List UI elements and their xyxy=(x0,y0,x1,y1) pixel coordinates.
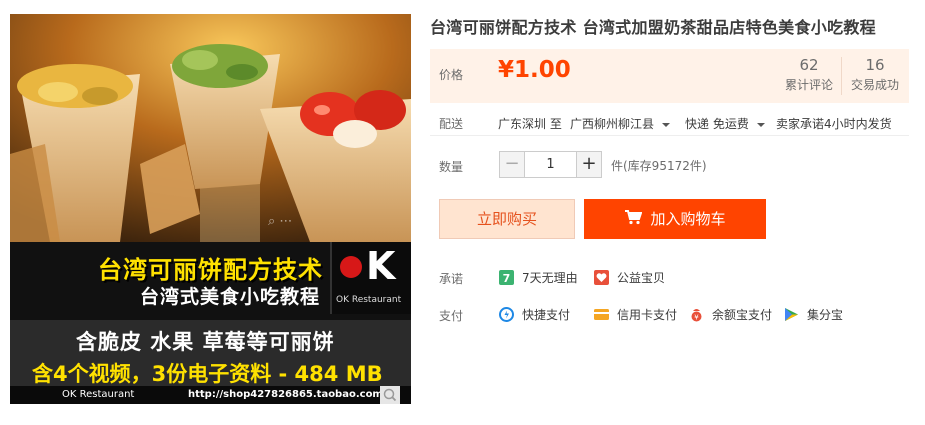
quantity-input[interactable] xyxy=(525,151,576,178)
reviews-label: 累计评论 xyxy=(784,78,833,92)
commitment-item-label: 公益宝贝 xyxy=(617,271,666,285)
delivery-row: 配送 广东深圳 至 广西柳州柳江县 快递 免运费 卖家承诺4小时内发货 xyxy=(430,112,909,136)
payment-label: 支付 xyxy=(439,309,464,323)
reviews-count: 62 xyxy=(799,56,819,74)
payment-jifenbao[interactable]: 集分宝 xyxy=(784,306,843,323)
sales-count: 16 xyxy=(865,56,885,74)
quantity-increase-button[interactable]: + xyxy=(576,151,602,178)
image-footer: OK Restaurant http://shop427826865.taoba… xyxy=(10,386,411,404)
commitment-item-label: 7天无理由 xyxy=(522,271,578,285)
ok-restaurant-logo: K OK Restaurant xyxy=(330,242,411,314)
jifenbao-icon xyxy=(784,307,799,322)
commitment-charity[interactable]: 公益宝贝 xyxy=(594,269,665,286)
image-banner: 台湾可丽饼配方技术 台湾式美食小吃教程 K OK Restaurant xyxy=(10,242,411,314)
payment-item-label: 快捷支付 xyxy=(522,308,571,322)
product-title: 台湾可丽饼配方技术 台湾式加盟奶茶甜品店特色美食小吃教程 xyxy=(430,18,876,37)
add-to-cart-label: 加入购物车 xyxy=(650,210,726,228)
banner-title: 台湾可丽饼配方技术 xyxy=(98,256,323,284)
sales-stat: 16 交易成功 xyxy=(847,56,903,93)
quantity-decrease-button[interactable]: − xyxy=(499,151,525,178)
banner-subtitle: 台湾式美食小吃教程 xyxy=(140,286,321,308)
credit-card-icon xyxy=(594,307,609,322)
shipping-promise: 卖家承诺4小时内发货 xyxy=(776,117,892,131)
payment-item-label: 集分宝 xyxy=(807,308,844,322)
price-panel: 价格 ¥1.00 62 累计评论 16 交易成功 xyxy=(430,49,909,103)
sales-label: 交易成功 xyxy=(850,78,899,92)
payment-item-label: 信用卡支付 xyxy=(617,308,678,322)
seven-day-return-icon: 7 xyxy=(499,270,514,285)
quantity-label: 数量 xyxy=(439,160,464,174)
delivery-destination-select[interactable]: 广西柳州柳江县 xyxy=(570,115,671,132)
commitment-seven-day-return[interactable]: 7 7天无理由 xyxy=(499,269,578,286)
delivery-method-select[interactable]: 快递 免运费 xyxy=(685,115,765,132)
crepe-photo xyxy=(10,14,411,242)
charity-heart-icon xyxy=(594,270,609,285)
logo-name: OK Restaurant xyxy=(336,295,402,305)
delivery-destination-value: 广西柳州柳江县 xyxy=(570,117,655,131)
tagline-line2: 含4个视频，3份电子资料 - 484 MB xyxy=(32,362,383,386)
payment-item-label: 余额宝支付 xyxy=(712,308,773,322)
chevron-down-icon xyxy=(756,122,765,127)
delivery-from: 广东深圳 至 xyxy=(498,117,562,131)
price-label: 价格 xyxy=(439,68,464,82)
delivery-method-value: 快递 免运费 xyxy=(685,117,749,131)
image-watermark-icon: ⌕ ⋯ xyxy=(268,214,293,229)
tagline-line1: 含脆皮 水果 草莓等可丽饼 xyxy=(76,330,335,354)
yuebao-icon: ¥ xyxy=(689,307,704,322)
stat-divider xyxy=(841,57,842,95)
payment-yuebao[interactable]: ¥ 余额宝支付 xyxy=(689,306,772,323)
payment-quick-pay[interactable]: 快捷支付 xyxy=(499,306,570,323)
image-tagline: 含脆皮 水果 草莓等可丽饼 含4个视频，3份电子资料 - 484 MB xyxy=(10,314,411,386)
zoom-magnifier-icon[interactable] xyxy=(380,386,400,404)
product-main-image[interactable]: ⌕ ⋯ 台湾可丽饼配方技术 台湾式美食小吃教程 K OK Restaurant … xyxy=(10,14,411,404)
reviews-stat[interactable]: 62 累计评论 xyxy=(780,56,838,93)
svg-text:7: 7 xyxy=(503,272,511,285)
footer-brand: OK Restaurant xyxy=(62,389,135,400)
buy-now-button[interactable]: 立即购买 xyxy=(439,199,575,239)
commitment-label: 承诺 xyxy=(439,272,464,286)
shopping-cart-icon xyxy=(624,200,643,240)
chevron-down-icon xyxy=(662,122,671,127)
price-value: ¥1.00 xyxy=(498,57,571,83)
delivery-label: 配送 xyxy=(439,117,464,131)
add-to-cart-button[interactable]: 加入购物车 xyxy=(584,199,766,239)
stock-info: 件(库存95172件) xyxy=(611,159,707,173)
quick-pay-icon xyxy=(499,307,514,322)
logo-red-dot-icon xyxy=(340,256,362,278)
logo-mark: K xyxy=(366,244,396,288)
footer-shop-url: http://shop427826865.taobao.com xyxy=(188,389,383,400)
payment-credit-card[interactable]: 信用卡支付 xyxy=(594,306,677,323)
svg-text:¥: ¥ xyxy=(694,314,699,322)
